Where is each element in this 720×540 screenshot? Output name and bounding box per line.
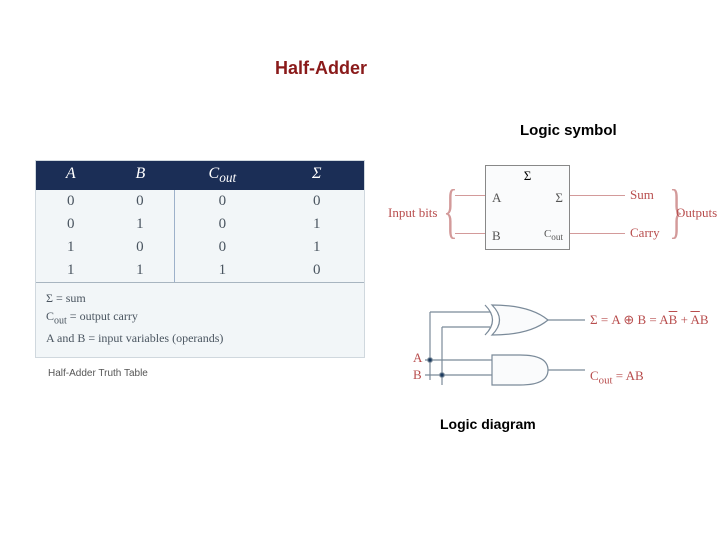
cell: 1 [106, 259, 176, 282]
col-header-sigma: Σ [270, 161, 364, 190]
port-b: B [492, 228, 501, 244]
table-row: 0 0 0 0 [36, 190, 364, 213]
logic-symbol-label: Logic symbol [520, 122, 617, 139]
input-a-label: A [413, 350, 422, 366]
legend-cout: Cout = output carry [46, 307, 354, 328]
carry-label: Carry [630, 225, 660, 241]
input-bits-label: Input bits [388, 205, 437, 221]
logic-diagram-label: Logic diagram [440, 416, 536, 432]
cell: 0 [36, 213, 106, 236]
wire [570, 233, 625, 234]
table-header: A B Cout Σ [36, 161, 364, 190]
cell: 1 [270, 213, 364, 236]
port-a: A [492, 190, 501, 206]
table-row: 0 1 0 1 [36, 213, 364, 236]
cell: 1 [175, 259, 269, 282]
sigma-label: Σ [524, 168, 532, 184]
brace-icon: { [443, 181, 457, 241]
cell: 1 [36, 259, 106, 282]
col-header-b: B [106, 161, 176, 190]
table-row: 1 1 1 0 [36, 259, 364, 282]
cell: 1 [106, 213, 176, 236]
cell: 0 [175, 213, 269, 236]
col-header-cout: Cout [175, 161, 269, 190]
carry-equation: Cout = AB [590, 368, 644, 387]
cell: 0 [36, 190, 106, 213]
port-cout: Cout [544, 228, 563, 242]
legend-sum: Σ = sum [46, 289, 354, 307]
truth-table-caption: Half-Adder Truth Table [48, 368, 148, 379]
cell: 0 [270, 259, 364, 282]
table-legend: Σ = sum Cout = output carry A and B = in… [36, 282, 364, 356]
cell: 0 [106, 236, 176, 259]
wire [455, 233, 485, 234]
truth-table: A B Cout Σ 0 0 0 0 0 1 0 1 1 0 0 1 1 1 1… [35, 160, 365, 358]
table-body: 0 0 0 0 0 1 0 1 1 0 0 1 1 1 1 0 [36, 190, 364, 282]
input-b-label: B [413, 367, 422, 383]
cell: 1 [270, 236, 364, 259]
legend-inputs: A and B = input variables (operands) [46, 329, 354, 347]
wire [570, 195, 625, 196]
wire [455, 195, 485, 196]
cell: 0 [106, 190, 176, 213]
page-title: Half-Adder [275, 58, 367, 79]
cell: 0 [175, 236, 269, 259]
table-row: 1 0 0 1 [36, 236, 364, 259]
cell: 1 [36, 236, 106, 259]
sum-equation: Σ = A ⊕ B = AB + AB [590, 312, 709, 328]
logic-gate-diagram: A B Σ = A ⊕ B = AB + AB Cout = AB [380, 300, 710, 415]
cell: 0 [270, 190, 364, 213]
outputs-label: Outputs [676, 205, 717, 221]
logic-symbol-diagram: { } Input bits Sum Carry Outputs Σ A B Σ… [380, 155, 700, 265]
sum-label: Sum [630, 187, 654, 203]
adder-symbol-box: Σ A B Σ Cout [485, 165, 570, 250]
port-sigma: Σ [555, 190, 563, 206]
col-header-a: A [36, 161, 106, 190]
cell: 0 [175, 190, 269, 213]
